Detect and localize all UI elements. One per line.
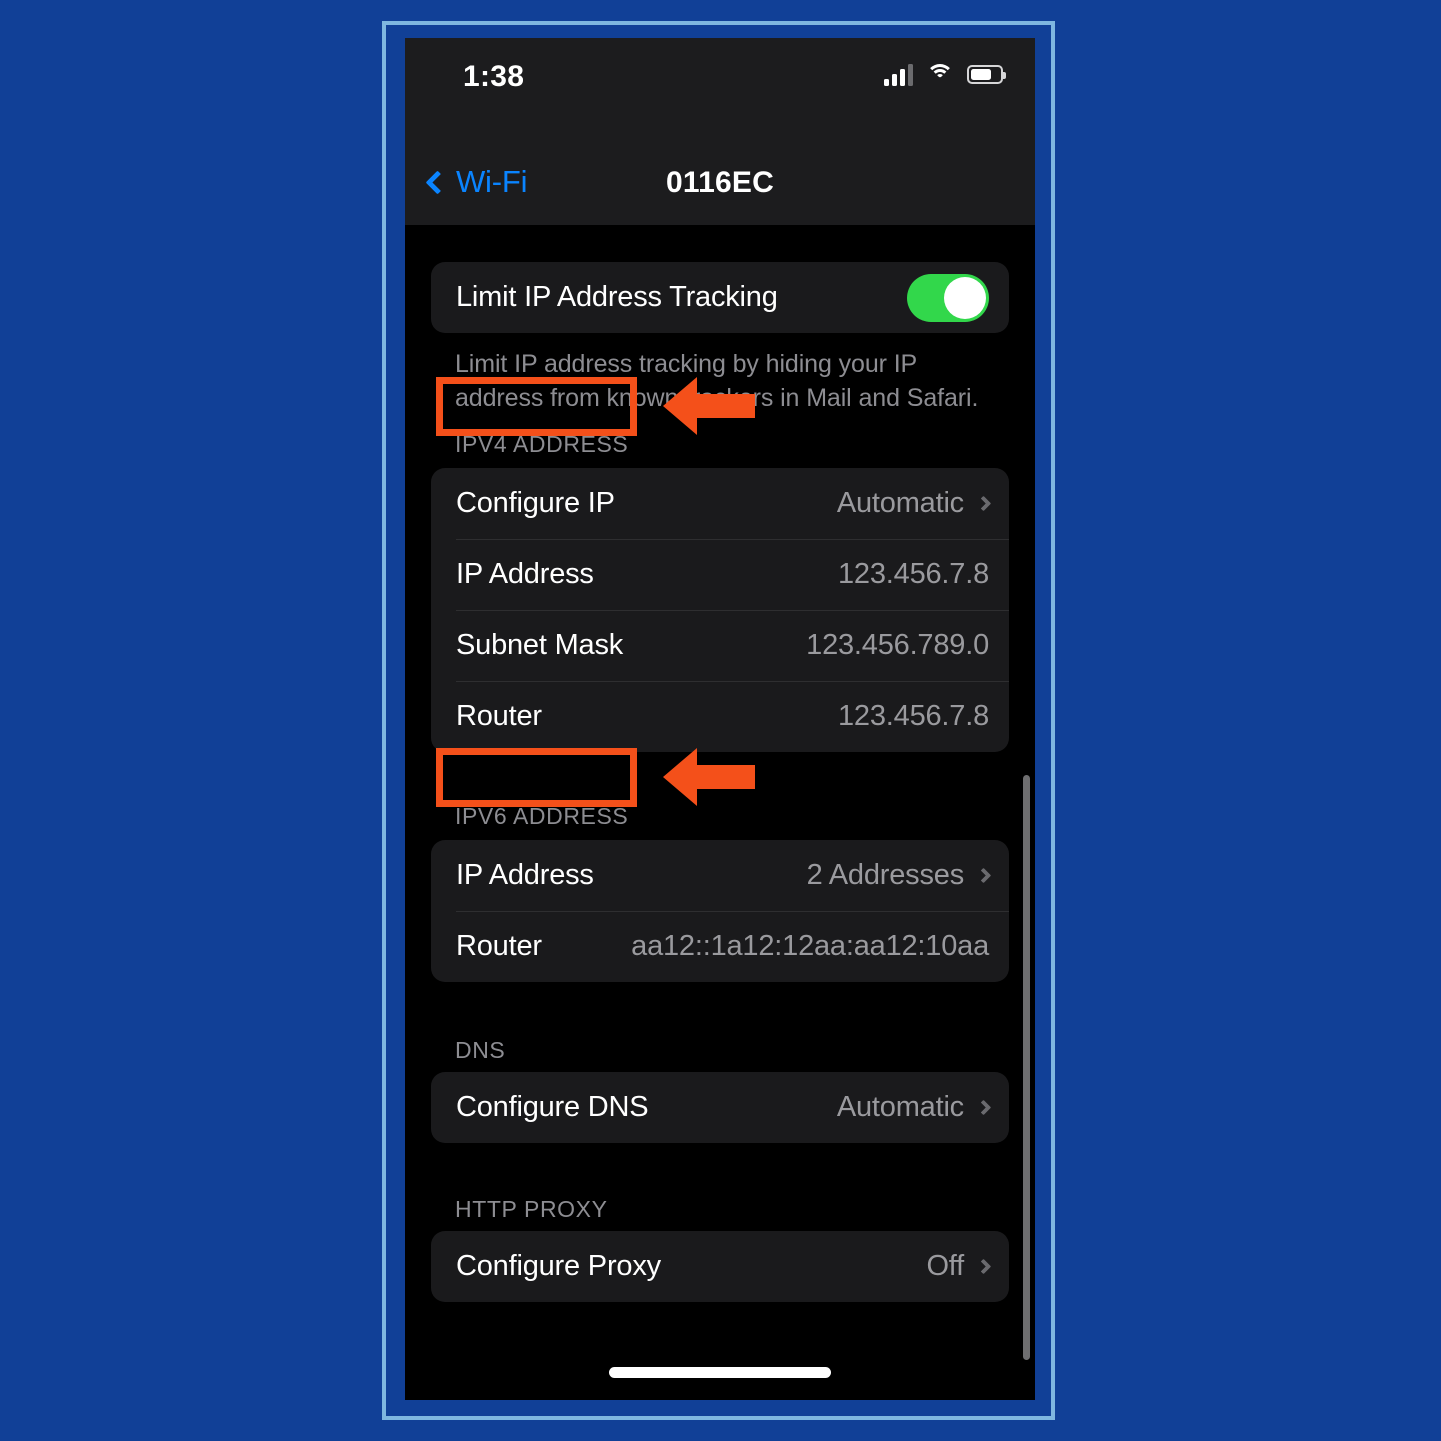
row-label: Router xyxy=(456,700,542,732)
section-header-http-proxy: HTTP PROXY xyxy=(455,1196,608,1222)
chevron-right-icon xyxy=(975,1099,992,1116)
row-value: 123.456.789.0 xyxy=(806,629,989,661)
row-value: aa12::1a12:12aa:aa12:10aa xyxy=(631,930,989,962)
http-proxy-card: Configure Proxy Off xyxy=(431,1231,1009,1302)
row-value: Automatic xyxy=(836,1091,964,1123)
row-ipv6-ip-address[interactable]: IP Address 2 Addresses xyxy=(431,840,1009,911)
screenshot-root: 1:38 Wi-Fi 0116EC Limit IP Address Track… xyxy=(0,0,1441,1441)
limit-ip-tracking-toggle[interactable] xyxy=(907,273,989,322)
status-bar-icons xyxy=(884,62,1006,86)
toggle-knob xyxy=(944,276,986,319)
section-header-ipv4: IPV4 ADDRESS xyxy=(455,431,629,457)
row-label: IP Address xyxy=(456,558,594,590)
row-configure-ip[interactable]: Configure IP Automatic xyxy=(431,468,1009,539)
chevron-right-icon xyxy=(975,1258,992,1275)
settings-content: Limit IP Address Tracking Limit IP addre… xyxy=(405,225,1035,1400)
phone-screen: 1:38 Wi-Fi 0116EC Limit IP Address Track… xyxy=(405,38,1035,1400)
row-value: 2 Addresses xyxy=(806,859,965,891)
page-title: 0116EC xyxy=(666,166,774,199)
status-bar: 1:38 xyxy=(405,38,1035,114)
section-header-dns: DNS xyxy=(455,1037,506,1063)
status-bar-time: 1:38 xyxy=(463,60,525,93)
row-value: 123.456.7.8 xyxy=(838,558,989,590)
wifi-icon xyxy=(926,63,954,85)
row-ipv4-ip-address[interactable]: IP Address 123.456.7.8 xyxy=(431,539,1009,610)
row-ipv6-router[interactable]: Router aa12::1a12:12aa:aa12:10aa xyxy=(431,911,1009,982)
section-header-ipv6: IPV6 ADDRESS xyxy=(455,803,629,829)
row-label: Configure Proxy xyxy=(456,1250,661,1282)
row-label: IP Address xyxy=(456,859,594,891)
row-ipv4-router[interactable]: Router 123.456.7.8 xyxy=(431,681,1009,752)
row-configure-dns[interactable]: Configure DNS Automatic xyxy=(431,1072,1009,1143)
cellular-signal-icon xyxy=(884,62,913,86)
row-label: Configure IP xyxy=(456,487,615,519)
limit-ip-tracking-card: Limit IP Address Tracking xyxy=(431,262,1009,333)
home-indicator xyxy=(609,1367,831,1378)
limit-ip-tracking-label: Limit IP Address Tracking xyxy=(456,281,778,313)
row-value: Off xyxy=(926,1250,964,1282)
navigation-bar: Wi-Fi 0116EC xyxy=(405,114,1035,225)
row-configure-proxy[interactable]: Configure Proxy Off xyxy=(431,1231,1009,1302)
row-label: Configure DNS xyxy=(456,1091,649,1123)
chevron-right-icon xyxy=(975,867,992,884)
limit-ip-tracking-row[interactable]: Limit IP Address Tracking xyxy=(431,262,1009,333)
ipv4-card: Configure IP Automatic IP Address 123.45… xyxy=(431,468,1009,752)
limit-ip-tracking-description: Limit IP address tracking by hiding your… xyxy=(455,350,979,412)
row-value: Automatic xyxy=(836,487,964,519)
row-value: 123.456.7.8 xyxy=(838,700,989,732)
dns-card: Configure DNS Automatic xyxy=(431,1072,1009,1143)
row-label: Subnet Mask xyxy=(456,629,624,661)
ipv6-card: IP Address 2 Addresses Router aa12::1a12… xyxy=(431,840,1009,982)
vertical-scrollbar[interactable] xyxy=(1023,775,1030,1360)
row-subnet-mask[interactable]: Subnet Mask 123.456.789.0 xyxy=(431,610,1009,681)
battery-icon xyxy=(967,64,1006,84)
row-label: Router xyxy=(456,930,542,962)
chevron-right-icon xyxy=(975,495,992,512)
